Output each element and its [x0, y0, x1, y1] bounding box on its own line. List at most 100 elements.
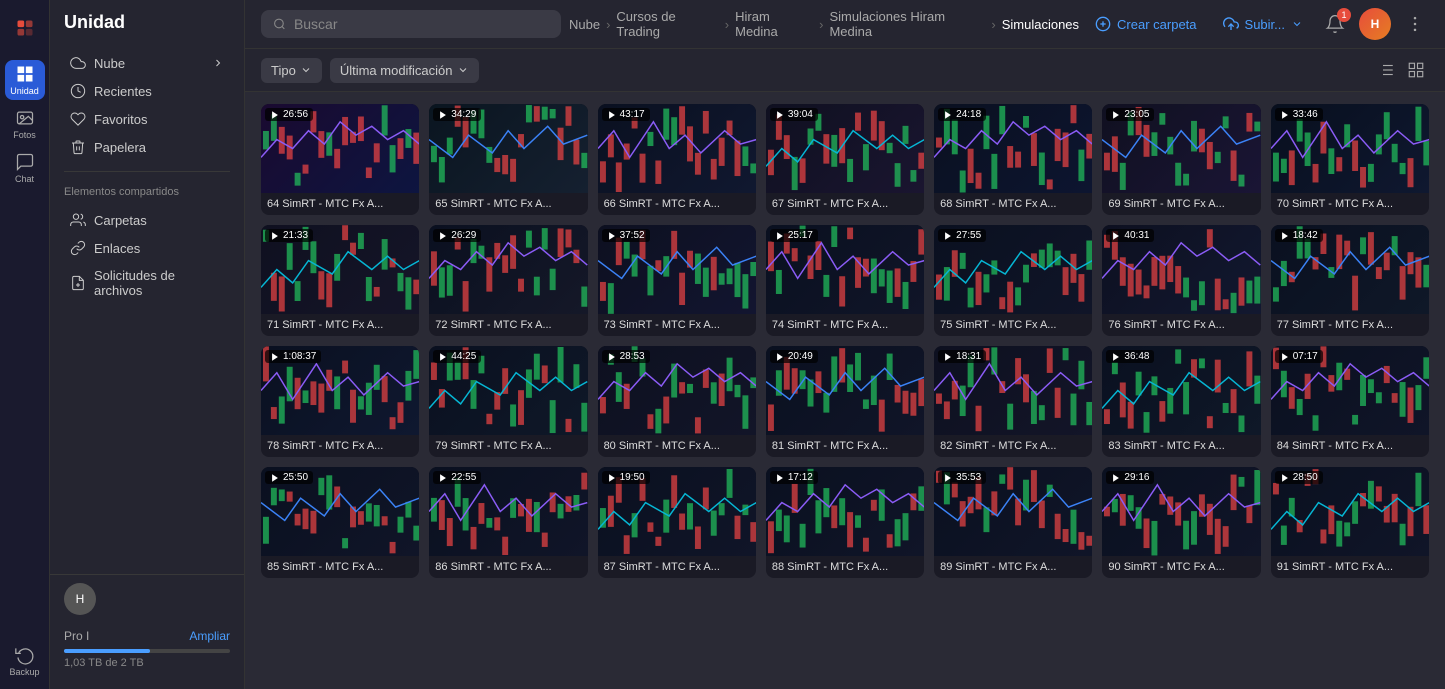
breadcrumb-cursos[interactable]: Cursos de Trading [616, 9, 718, 39]
nav-item-solicitudes-label: Solicitudes de archivos [94, 268, 224, 298]
video-title: 77 SimRT - MTC Fx A... [1271, 314, 1429, 336]
video-thumb: 18:31 [934, 346, 1092, 435]
duration-badge: 29:16 [1106, 471, 1154, 484]
video-card-88[interactable]: 17:12 88 SimRT - MTC Fx A... [766, 467, 924, 578]
video-card-87[interactable]: 19:50 87 SimRT - MTC Fx A... [598, 467, 756, 578]
nav-item-carpetas-label: Carpetas [94, 213, 147, 228]
ampliar-link[interactable]: Ampliar [189, 629, 230, 643]
nav-item-enlaces[interactable]: Enlaces [56, 234, 238, 262]
nav-item-papelera[interactable]: Papelera [56, 133, 238, 161]
breadcrumb-simulaciones-hiram[interactable]: Simulaciones Hiram Medina [829, 9, 985, 39]
duration-badge: 39:04 [770, 108, 818, 121]
duration-badge: 26:29 [433, 229, 481, 242]
modificacion-filter-button[interactable]: Última modificación [330, 58, 479, 83]
video-card-71[interactable]: 21:33 71 SimRT - MTC Fx A... [261, 225, 419, 336]
user-avatar-small[interactable]: H [64, 583, 96, 615]
nav-item-recientes[interactable]: Recientes [56, 77, 238, 105]
nav-item-nube[interactable]: Nube [56, 49, 238, 77]
video-title: 91 SimRT - MTC Fx A... [1271, 556, 1429, 578]
sidebar-item-backup[interactable]: Backup [5, 641, 45, 681]
play-icon [270, 473, 280, 483]
tipo-filter-label: Tipo [271, 63, 296, 78]
storage-progress-fill [64, 649, 150, 653]
video-duration: 28:50 [1293, 472, 1318, 483]
play-icon [1111, 231, 1121, 241]
video-duration: 44:25 [451, 351, 476, 362]
user-avatar[interactable]: H [1359, 8, 1391, 40]
video-card-85[interactable]: 25:50 85 SimRT - MTC Fx A... [261, 467, 419, 578]
video-card-66[interactable]: 43:17 66 SimRT - MTC Fx A... [598, 104, 756, 215]
breadcrumb-sep-4: › [991, 17, 995, 32]
video-card-72[interactable]: 26:29 72 SimRT - MTC Fx A... [429, 225, 587, 336]
video-card-89[interactable]: 35:53 89 SimRT - MTC Fx A... [934, 467, 1092, 578]
top-bar-right: Crear carpeta Subir... [1087, 8, 1429, 40]
duration-badge: 40:31 [1106, 229, 1154, 242]
play-icon [270, 352, 280, 362]
video-card-77[interactable]: 18:42 77 SimRT - MTC Fx A... [1271, 225, 1429, 336]
video-card-81[interactable]: 20:49 81 SimRT - MTC Fx A... [766, 346, 924, 457]
video-card-82[interactable]: 18:31 82 SimRT - MTC Fx A... [934, 346, 1092, 457]
video-card-69[interactable]: 23:05 69 SimRT - MTC Fx A... [1102, 104, 1260, 215]
search-input[interactable] [294, 16, 549, 32]
video-title: 73 SimRT - MTC Fx A... [598, 314, 756, 336]
nav-item-favoritos[interactable]: Favoritos [56, 105, 238, 133]
create-folder-button[interactable]: Crear carpeta [1087, 12, 1204, 36]
tipo-filter-button[interactable]: Tipo [261, 58, 322, 83]
video-card-80[interactable]: 28:53 80 SimRT - MTC Fx A... [598, 346, 756, 457]
video-card-90[interactable]: 29:16 90 SimRT - MTC Fx A... [1102, 467, 1260, 578]
video-card-83[interactable]: 36:48 83 SimRT - MTC Fx A... [1102, 346, 1260, 457]
sidebar-item-fotos[interactable]: Fotos [5, 104, 45, 144]
breadcrumb-simulaciones[interactable]: Simulaciones [1002, 17, 1079, 32]
duration-badge: 25:50 [265, 471, 313, 484]
video-card-86[interactable]: 22:55 86 SimRT - MTC Fx A... [429, 467, 587, 578]
video-card-74[interactable]: 25:17 74 SimRT - MTC Fx A... [766, 225, 924, 336]
video-thumb: 27:55 [934, 225, 1092, 314]
search-box[interactable] [261, 10, 561, 38]
video-thumb: 19:50 [598, 467, 756, 556]
video-duration: 21:33 [283, 230, 308, 241]
video-thumb: 34:29 [429, 104, 587, 193]
video-card-64[interactable]: 26:56 64 SimRT - MTC Fx A... [261, 104, 419, 215]
breadcrumb: Nube › Cursos de Trading › Hiram Medina … [569, 9, 1079, 39]
video-thumb: 26:56 [261, 104, 419, 193]
sidebar-item-unidad[interactable]: Unidad [5, 60, 45, 100]
content-area: 26:56 64 SimRT - MTC Fx A... [245, 92, 1445, 689]
view-list-button[interactable] [1373, 57, 1399, 83]
video-card-78[interactable]: 1:08:37 78 SimRT - MTC Fx A... [261, 346, 419, 457]
notification-badge-count: 1 [1337, 8, 1351, 22]
video-duration: 43:17 [620, 109, 645, 120]
sidebar-item-unidad-label: Unidad [10, 86, 39, 96]
breadcrumb-nube[interactable]: Nube [569, 17, 600, 32]
video-thumb: 1:08:37 [261, 346, 419, 435]
more-menu-button[interactable] [1401, 10, 1429, 38]
nav-item-solicitudes[interactable]: Solicitudes de archivos [56, 262, 238, 304]
sidebar-logo[interactable] [5, 8, 45, 48]
duration-badge: 43:17 [602, 108, 650, 121]
video-card-67[interactable]: 39:04 67 SimRT - MTC Fx A... [766, 104, 924, 215]
video-card-75[interactable]: 27:55 75 SimRT - MTC Fx A... [934, 225, 1092, 336]
video-duration: 29:16 [1124, 472, 1149, 483]
video-card-65[interactable]: 34:29 65 SimRT - MTC Fx A... [429, 104, 587, 215]
breadcrumb-sep-3: › [819, 17, 823, 32]
video-card-79[interactable]: 44:25 79 SimRT - MTC Fx A... [429, 346, 587, 457]
video-card-76[interactable]: 40:31 76 SimRT - MTC Fx A... [1102, 225, 1260, 336]
video-card-84[interactable]: 07:17 84 SimRT - MTC Fx A... [1271, 346, 1429, 457]
tipo-chevron-icon [300, 64, 312, 76]
play-icon [1280, 352, 1290, 362]
video-card-73[interactable]: 37:52 73 SimRT - MTC Fx A... [598, 225, 756, 336]
duration-badge: 20:49 [770, 350, 818, 363]
play-icon [438, 473, 448, 483]
video-card-91[interactable]: 28:50 91 SimRT - MTC Fx A... [1271, 467, 1429, 578]
breadcrumb-hiram[interactable]: Hiram Medina [735, 9, 813, 39]
upload-button[interactable]: Subir... [1215, 12, 1311, 36]
sidebar-item-chat[interactable]: Chat [5, 148, 45, 188]
video-thumb: 20:49 [766, 346, 924, 435]
video-title: 82 SimRT - MTC Fx A... [934, 435, 1092, 457]
video-card-68[interactable]: 24:18 68 SimRT - MTC Fx A... [934, 104, 1092, 215]
video-thumb: 26:29 [429, 225, 587, 314]
duration-badge: 24:18 [938, 108, 986, 121]
video-title: 78 SimRT - MTC Fx A... [261, 435, 419, 457]
nav-item-carpetas[interactable]: Carpetas [56, 206, 238, 234]
view-grid-button[interactable] [1403, 57, 1429, 83]
video-card-70[interactable]: 33:46 70 SimRT - MTC Fx A... [1271, 104, 1429, 215]
